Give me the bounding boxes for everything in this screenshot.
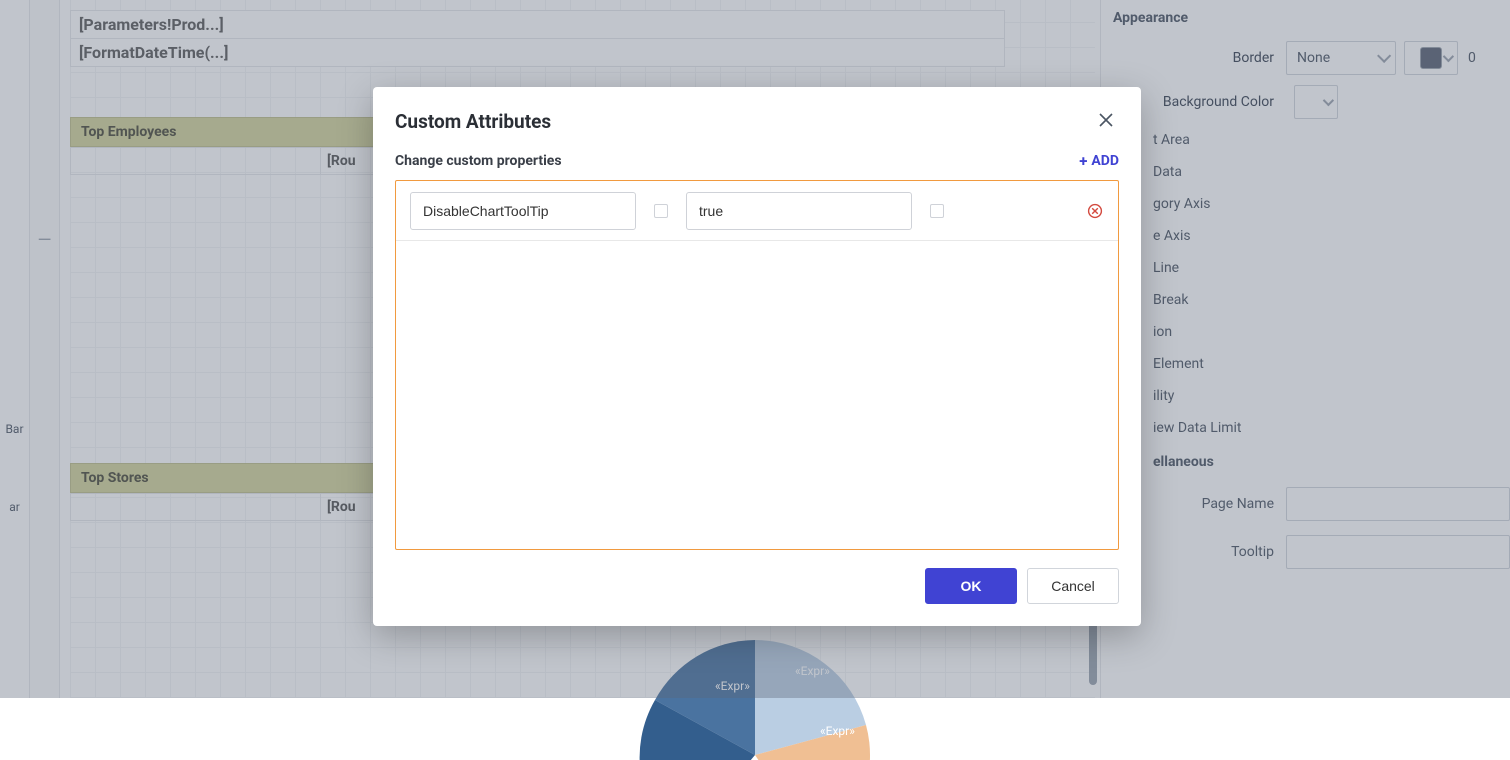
attr-name-input[interactable] bbox=[410, 192, 636, 230]
add-button[interactable]: + ADD bbox=[1079, 152, 1119, 170]
remove-row-button[interactable] bbox=[1086, 202, 1104, 220]
plus-icon: + bbox=[1079, 152, 1087, 170]
custom-attributes-dialog: Custom Attributes Change custom properti… bbox=[373, 87, 1141, 626]
remove-icon bbox=[1087, 203, 1103, 219]
close-button[interactable] bbox=[1093, 107, 1119, 136]
close-icon bbox=[1099, 113, 1113, 127]
cancel-button[interactable]: Cancel bbox=[1027, 568, 1119, 604]
pie-label-3: «Expr» bbox=[820, 724, 855, 738]
table-row bbox=[396, 181, 1118, 241]
ok-button[interactable]: OK bbox=[925, 568, 1017, 604]
dialog-title: Custom Attributes bbox=[395, 110, 1093, 133]
attr-value-input[interactable] bbox=[686, 192, 912, 230]
attr-name-expr-toggle[interactable] bbox=[654, 204, 668, 218]
attributes-table bbox=[395, 180, 1119, 550]
dialog-subtitle: Change custom properties bbox=[395, 153, 1079, 169]
add-button-label: ADD bbox=[1091, 153, 1119, 169]
attr-value-expr-toggle[interactable] bbox=[930, 204, 944, 218]
